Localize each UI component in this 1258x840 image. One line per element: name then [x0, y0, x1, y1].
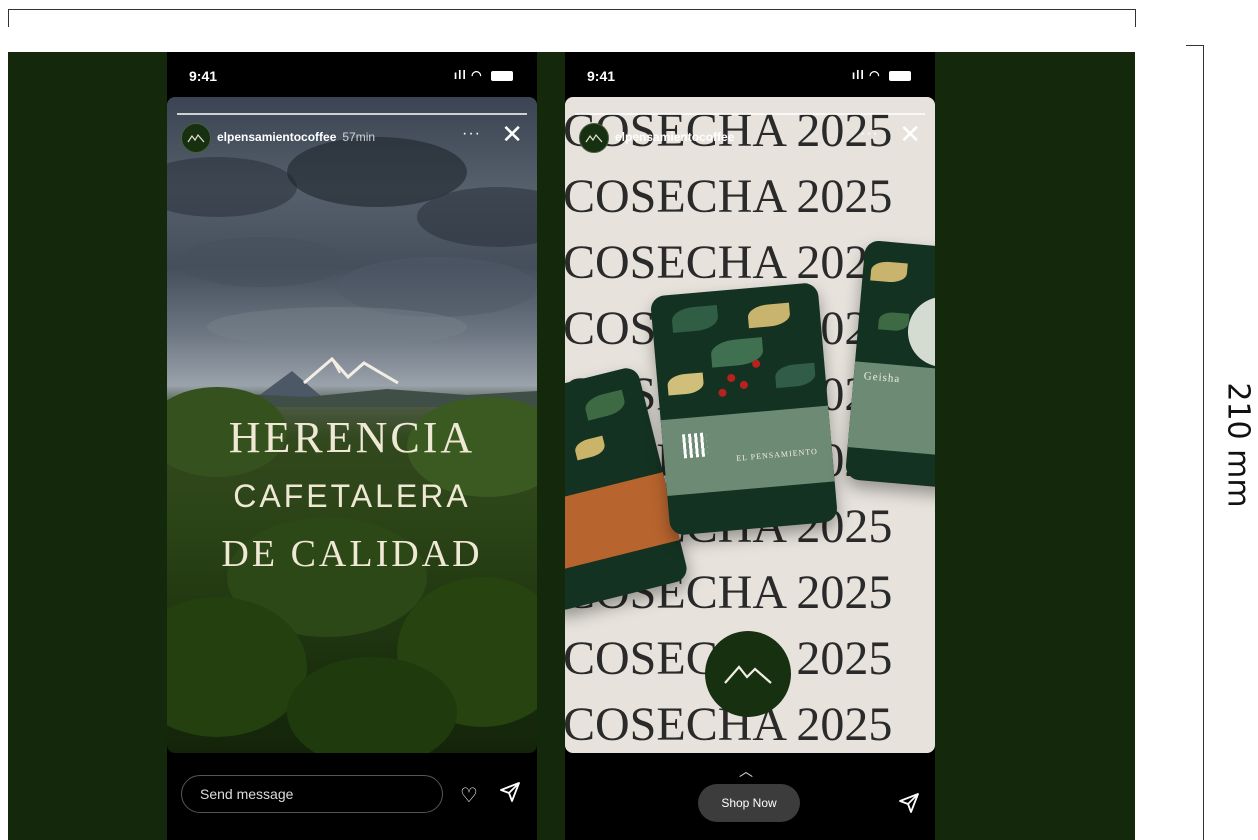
- status-bar: 9:41 ıll ◠: [565, 52, 935, 97]
- story-header: elpensamientocoffee 57min ··· ✕: [181, 121, 523, 153]
- account-avatar[interactable]: [579, 123, 609, 153]
- send-message-input[interactable]: [181, 775, 443, 813]
- cosecha-text: COSECHA 2025: [565, 236, 893, 289]
- dimension-line: [1203, 45, 1204, 840]
- close-icon[interactable]: ✕: [501, 121, 523, 147]
- more-options-icon[interactable]: ···: [860, 125, 879, 143]
- frame-left-tick: [8, 9, 9, 27]
- phone-left: 9:41 ıll ◠ elpensamientocoffee 57min ···…: [167, 52, 537, 840]
- status-time: 9:41: [189, 68, 218, 84]
- coffee-berry: [751, 359, 761, 369]
- status-icons: ıll ◠: [852, 68, 911, 82]
- phone-right: 9:41 ıll ◠ COSECHA 2025 COSECHA 2025 COS…: [565, 52, 935, 840]
- heart-icon[interactable]: ♡: [460, 783, 478, 808]
- coffee-berry: [739, 380, 749, 390]
- mountain-logo-icon: [303, 356, 399, 385]
- leaf-pattern: [870, 260, 908, 284]
- leaf-pattern: [877, 311, 910, 332]
- shop-now-button[interactable]: Shop Now: [698, 784, 800, 822]
- leaf-pattern: [747, 302, 791, 329]
- bag-band: [565, 472, 680, 574]
- story-age: 57min: [342, 130, 376, 144]
- signal-icon: ıll: [453, 68, 467, 82]
- headline-line-2: CAFETALERA: [233, 478, 471, 514]
- coffee-bag-center: EL PENSAMIENTO: [649, 282, 839, 536]
- leaf-pattern: [774, 362, 817, 389]
- brand-circle-logo: [705, 631, 791, 717]
- story-right-image[interactable]: COSECHA 2025 COSECHA 2025 COSECHA 2025 C…: [565, 97, 935, 753]
- account-name[interactable]: elpensamientocoffee: [615, 130, 734, 144]
- paper-plane-icon[interactable]: [499, 781, 521, 803]
- status-time: 9:41: [587, 68, 616, 84]
- status-icons: ıll ◠: [454, 68, 513, 82]
- bag-band: Geisha: [847, 361, 935, 459]
- close-icon[interactable]: ✕: [899, 121, 921, 147]
- bag-label-circle: [905, 293, 935, 370]
- reply-bar: ♡: [167, 753, 537, 840]
- status-bar: 9:41 ıll ◠: [167, 52, 537, 97]
- story-progress-bar: [575, 113, 925, 115]
- frame-right-tick: [1135, 9, 1136, 27]
- cosecha-text: COSECHA 2025: [565, 170, 893, 223]
- mountain-logo-icon: [187, 133, 205, 143]
- headline-line-1: HERENCIA: [228, 413, 476, 462]
- shop-bar: ︿ Shop Now: [565, 753, 935, 840]
- signal-icon: ıll: [851, 68, 865, 82]
- coffee-berry: [726, 373, 736, 383]
- account-name[interactable]: elpensamientocoffee 57min: [217, 130, 375, 144]
- story-left-image[interactable]: elpensamientocoffee 57min ··· ✕ HERENCIA …: [167, 97, 537, 753]
- story-header: elpensamientocoffee ··· ✕: [579, 121, 921, 153]
- dimension-label: 210 mm: [1220, 382, 1256, 508]
- leaf-pattern: [582, 389, 628, 421]
- headline: HERENCIA CAFETALERA DE CALIDAD: [167, 409, 537, 583]
- leaf-pattern: [671, 304, 719, 333]
- battery-icon: [889, 70, 911, 81]
- mountain-logo-icon: [585, 133, 603, 143]
- bag-variety-text: Geisha: [863, 370, 901, 386]
- paper-plane-icon[interactable]: [898, 792, 920, 814]
- wifi-icon: ◠: [471, 68, 483, 82]
- dimension-line-top: [1186, 45, 1204, 46]
- headline-line-3: DE CALIDAD: [221, 533, 483, 575]
- bag-brand-text: EL PENSAMIENTO: [735, 446, 819, 463]
- swipe-up-icon[interactable]: ︿: [739, 761, 753, 781]
- more-options-icon[interactable]: ···: [462, 125, 481, 143]
- battery-icon: [491, 70, 513, 81]
- cloud-shape: [177, 237, 347, 287]
- mountain-logo-icon: [724, 665, 772, 684]
- coffee-berry: [718, 388, 727, 398]
- leaf-pattern: [666, 372, 705, 396]
- account-avatar[interactable]: [181, 123, 211, 153]
- cloud-shape: [167, 157, 297, 217]
- frame-top-line: [8, 9, 1136, 10]
- cloud-shape: [207, 307, 467, 347]
- wifi-icon: ◠: [869, 68, 881, 82]
- qr-code: [681, 432, 708, 459]
- story-progress-bar: [177, 113, 527, 115]
- leaf-pattern: [573, 435, 607, 461]
